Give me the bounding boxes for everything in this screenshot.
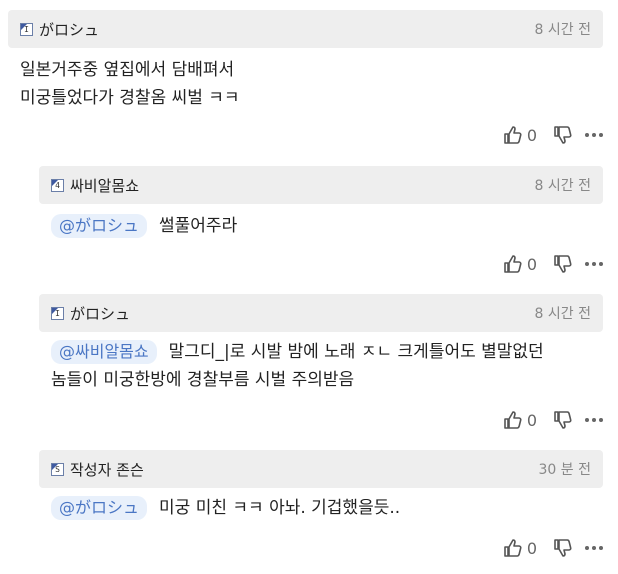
level-badge-icon: I	[20, 22, 33, 36]
mention-tag[interactable]: @싸비알몸쇼	[51, 340, 157, 364]
comment-body: @がロシュ 썰풀어주라	[39, 204, 603, 240]
comment-1: I がロシュ 8 시간 전 일본거주중 옆집에서 담배펴서 미궁틀었다가 경찰옴…	[8, 10, 603, 112]
comment-time: 30 분 전	[538, 462, 591, 478]
comment-actions: 0	[503, 538, 604, 558]
author-nickname[interactable]: 싸비알몸쇼	[70, 175, 139, 196]
author-nickname[interactable]: がロシュ	[70, 303, 130, 324]
comment-3: I がロシュ 8 시간 전 @싸비알몸쇼 말그디_|로 시발 밤에 노래 ㅈㄴ 크…	[39, 294, 603, 394]
thumb-down-icon	[554, 411, 572, 429]
thumb-up-icon	[504, 411, 522, 429]
comment-4: S 작성자 존슨 30 분 전 @がロシュ 미궁 미친 ㅋㅋ 아놔. 기겁했을듯.…	[39, 450, 603, 522]
comment-actions: 0	[503, 254, 604, 274]
mention-tag[interactable]: @がロシュ	[51, 214, 148, 238]
upvote-count: 0	[526, 125, 537, 145]
author-nickname[interactable]: 작성자 존슨	[70, 459, 144, 480]
comment-time: 8 시간 전	[534, 178, 591, 194]
more-dots-icon[interactable]	[583, 262, 604, 266]
comment-time: 8 시간 전	[534, 22, 591, 38]
level-badge-icon: 4	[51, 178, 64, 192]
more-dots-icon[interactable]	[583, 546, 604, 550]
upvote-count: 0	[526, 254, 537, 274]
thumb-down-icon	[554, 126, 572, 144]
comment-body: @がロシュ 미궁 미친 ㅋㅋ 아놔. 기겁했을듯..	[39, 488, 603, 522]
comment-body: 일본거주중 옆집에서 담배펴서 미궁틀었다가 경찰옴 씨벌 ㅋㅋ	[20, 60, 240, 108]
downvote-button[interactable]	[553, 538, 573, 558]
upvote-button[interactable]: 0	[503, 125, 537, 145]
more-dots-icon[interactable]	[583, 418, 604, 422]
upvote-button[interactable]: 0	[503, 538, 537, 558]
comment-header: 4 싸비알몸쇼 8 시간 전	[39, 166, 603, 204]
thumb-up-icon	[504, 255, 522, 273]
level-badge-icon: S	[51, 462, 64, 476]
author-nickname[interactable]: がロシュ	[39, 19, 99, 40]
comment-actions: 0	[503, 125, 604, 145]
more-dots-icon[interactable]	[583, 133, 604, 137]
mention-tag[interactable]: @がロシュ	[51, 496, 148, 520]
thumb-down-icon	[554, 255, 572, 273]
comment-body: @싸비알몸쇼 말그디_|로 시발 밤에 노래 ㅈㄴ 크게틀어도 별말없던 놈들이 …	[51, 340, 544, 390]
comment-actions: 0	[503, 410, 604, 430]
comment-header: I がロシュ 8 시간 전	[39, 294, 603, 332]
comment-time: 8 시간 전	[534, 306, 591, 322]
upvote-count: 0	[526, 410, 537, 430]
comment-2: 4 싸비알몸쇼 8 시간 전 @がロシュ 썰풀어주라	[39, 166, 603, 240]
downvote-button[interactable]	[553, 125, 573, 145]
upvote-button[interactable]: 0	[503, 410, 537, 430]
comment-header: S 작성자 존슨 30 분 전	[39, 450, 603, 488]
upvote-button[interactable]: 0	[503, 254, 537, 274]
thumb-down-icon	[554, 539, 572, 557]
comment-header: I がロシュ 8 시간 전	[8, 10, 603, 48]
downvote-button[interactable]	[553, 254, 573, 274]
thumb-up-icon	[504, 539, 522, 557]
upvote-count: 0	[526, 538, 537, 558]
level-badge-icon: I	[51, 306, 64, 320]
thumb-up-icon	[504, 126, 522, 144]
downvote-button[interactable]	[553, 410, 573, 430]
